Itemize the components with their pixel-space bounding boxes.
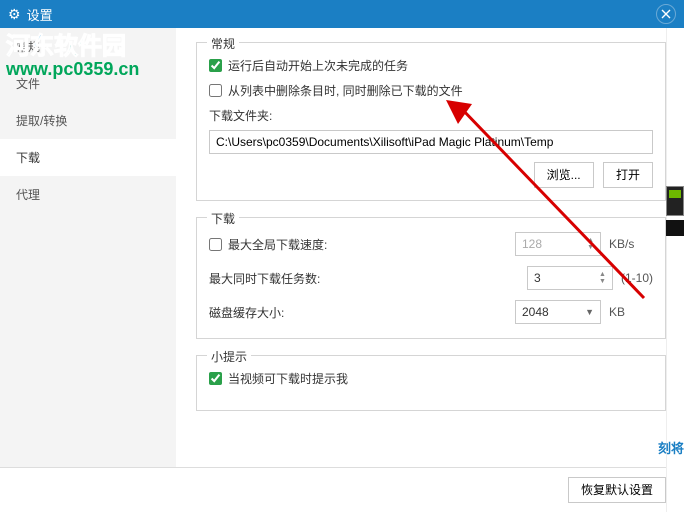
checkbox-prompt[interactable]: 当视频可下载时提示我: [209, 370, 653, 387]
dark-fragment: [666, 220, 684, 236]
close-icon[interactable]: [656, 4, 676, 24]
unit-kbs: KB/s: [609, 237, 653, 251]
disk-cache-select[interactable]: 2048 ▼: [515, 300, 601, 324]
sidebar-item-file[interactable]: 文件: [0, 65, 176, 102]
max-tasks-spin[interactable]: 3 ▲▼: [527, 266, 613, 290]
sidebar-item-proxy[interactable]: 代理: [0, 176, 176, 213]
disk-cache-label: 磁盘缓存大小:: [209, 304, 284, 321]
chevron-down-icon: ▼: [585, 307, 594, 317]
sidebar: 常规 文件 提取/转换 下载 代理: [0, 28, 176, 467]
checkbox-max-global[interactable]: 最大全局下载速度:: [209, 236, 327, 253]
sidebar-item-convert[interactable]: 提取/转换: [0, 102, 176, 139]
group-tip: 小提示 当视频可下载时提示我: [196, 355, 666, 411]
sidebar-item-download[interactable]: 下载: [0, 139, 176, 176]
download-folder-label: 下载文件夹:: [209, 107, 653, 124]
window-title: 设置: [27, 5, 53, 24]
footer: 恢复默认设置: [0, 468, 684, 512]
checkbox-delete-files[interactable]: 从列表中删除条目时, 同时删除已下载的文件: [209, 82, 653, 99]
group-title-tip: 小提示: [207, 348, 251, 365]
spin-arrows-icon[interactable]: ▲▼: [599, 271, 606, 285]
open-button[interactable]: 打开: [603, 162, 653, 188]
group-general: 常规 运行后自动开始上次未完成的任务 从列表中删除条目时, 同时删除已下载的文件…: [196, 42, 666, 201]
right-text-fragment: 刻将: [658, 438, 684, 457]
max-global-spin: 128 ▲▼: [515, 232, 601, 256]
sidebar-item-general[interactable]: 常规: [0, 28, 176, 65]
checkbox-autostart[interactable]: 运行后自动开始上次未完成的任务: [209, 57, 653, 74]
max-tasks-label: 最大同时下载任务数:: [209, 270, 320, 287]
restore-defaults-button[interactable]: 恢复默认设置: [568, 477, 666, 503]
max-tasks-range: (1-10): [621, 271, 653, 285]
unit-kb: KB: [609, 305, 653, 319]
main-panel: 常规 运行后自动开始上次未完成的任务 从列表中删除条目时, 同时删除已下载的文件…: [176, 28, 684, 467]
group-title-download: 下载: [207, 210, 239, 227]
nvidia-badge-fragment: [666, 186, 684, 216]
app-icon: ⚙: [8, 6, 21, 23]
group-download: 下载 最大全局下载速度: 128 ▲▼ KB/s 最大同时下载任务数: 3: [196, 217, 666, 339]
spin-arrows-icon: ▲▼: [587, 237, 594, 251]
group-title-general: 常规: [207, 35, 239, 52]
download-folder-input[interactable]: [209, 130, 653, 154]
browse-button[interactable]: 浏览...: [534, 162, 594, 188]
titlebar: ⚙ 设置: [0, 0, 684, 28]
